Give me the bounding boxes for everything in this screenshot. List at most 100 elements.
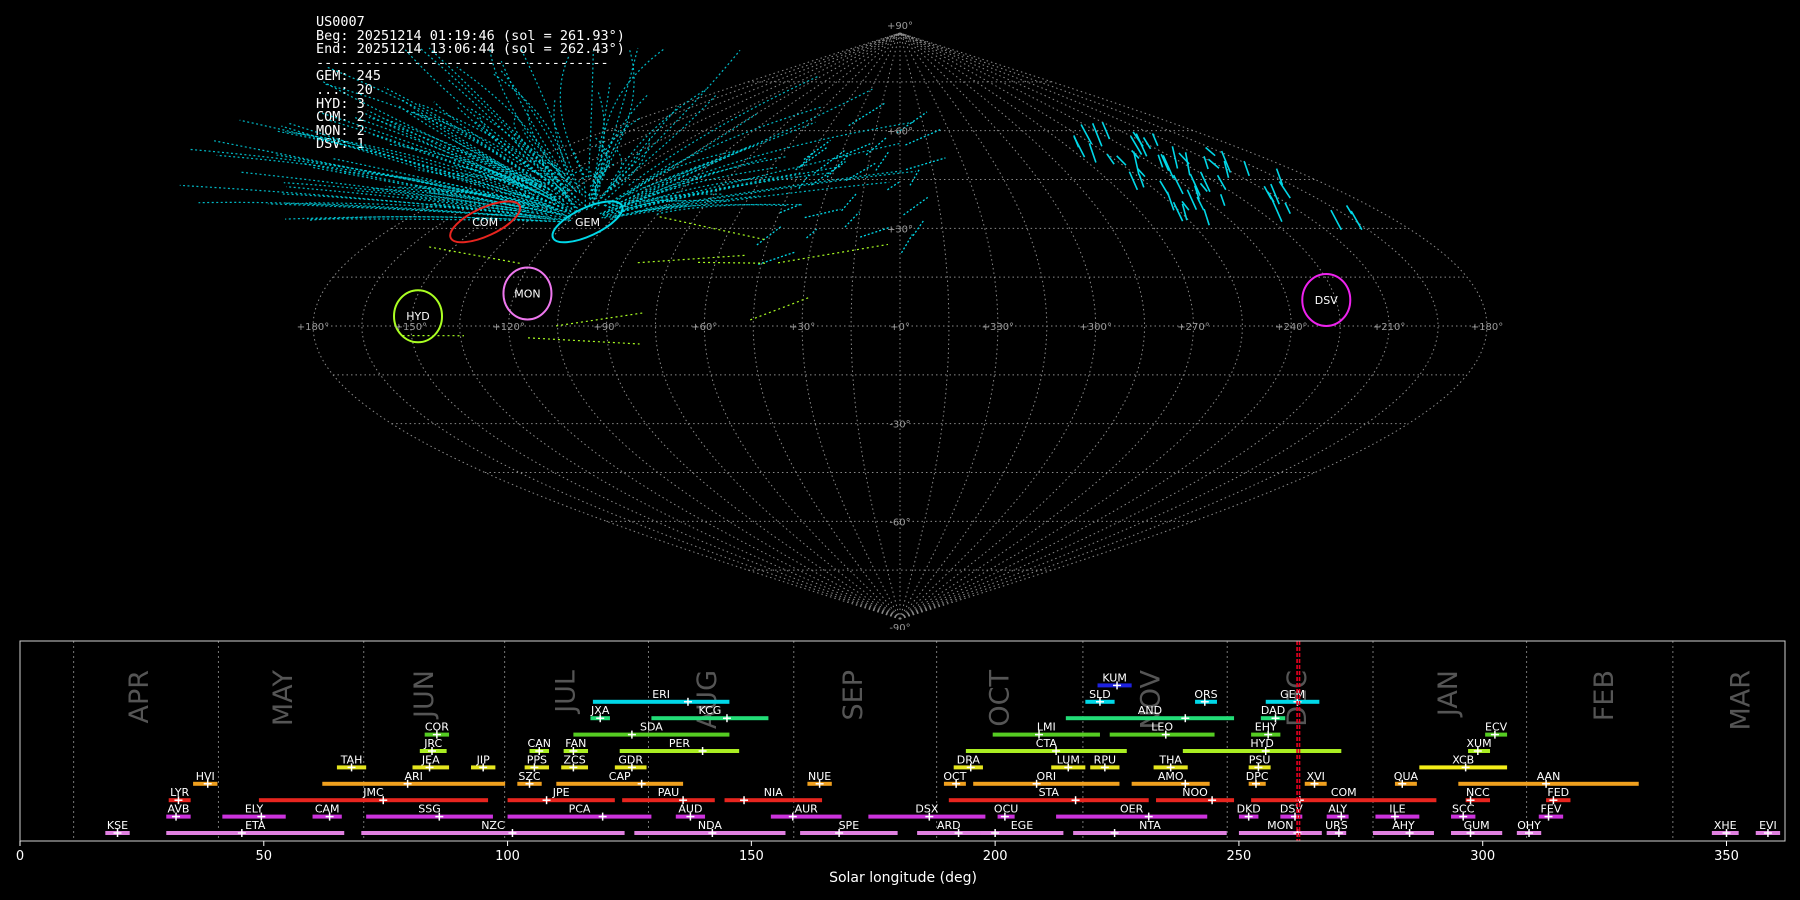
meteor-trail [1088, 143, 1097, 163]
month-label-jan: JAN [1433, 670, 1464, 718]
meteor-trail [900, 234, 913, 254]
radiant-label-com: COM [472, 216, 498, 229]
meteor-trail [841, 193, 857, 212]
month-label-mar: MAR [1726, 670, 1757, 731]
shower-label-spe: SPE [839, 819, 860, 832]
lat-tick-label: +90° [887, 21, 913, 32]
shower-label-dad: DAD [1261, 704, 1285, 717]
meteor-trail [1186, 189, 1198, 211]
shower-label-sta: STA [1039, 786, 1060, 799]
shower-bars: KUM ERI SLD ORS GEM JXA KCG AND DAD COR SDA LMI LEO E… [105, 671, 1781, 837]
shower-label-avb: AVB [168, 803, 190, 816]
lat-tick-label: +60° [887, 127, 913, 138]
meteor-trail [1203, 208, 1210, 226]
meteor-trail [1073, 136, 1086, 158]
month-label-oct: OCT [985, 670, 1016, 727]
lon-tick-label: +210° [1373, 322, 1405, 333]
shower-label-ely: ELY [245, 803, 264, 816]
meteor-trail [1172, 174, 1184, 195]
shower-label-noo: NOO [1182, 786, 1208, 799]
shower-label-xcb: XCB [1452, 753, 1474, 766]
lon-tick-label: +270° [1177, 322, 1209, 333]
meteor-trail [1203, 156, 1209, 170]
x-axis-label: Solar longitude (deg) [829, 870, 977, 886]
meteor-trail [610, 95, 717, 191]
shower-label-cor: COR [425, 721, 449, 734]
shower-label-dkd: DKD [1237, 803, 1261, 816]
radiant-label-dsv: DSV [1315, 294, 1338, 307]
shower-label-oer: OER [1120, 803, 1144, 816]
lon-tick-label: +300° [1079, 322, 1111, 333]
meteor-trail [593, 93, 650, 204]
meteor-trail [1106, 153, 1115, 165]
lon-tick-label: +30° [789, 322, 815, 333]
meteor-trail [571, 149, 586, 207]
lon-tick-label: +180° [297, 322, 329, 333]
shower-label-jmc: JMC [362, 786, 384, 799]
meteor-trail [383, 118, 556, 200]
lon-tick-label: +90° [593, 322, 619, 333]
shower-label-eri: ERI [652, 688, 670, 701]
shower-label-tha: THA [1158, 753, 1182, 766]
shower-label-ard: ARD [937, 819, 961, 832]
meteor-trail [887, 180, 901, 191]
x-tick-label: 100 [495, 849, 520, 864]
meteor-trail [1243, 160, 1250, 177]
radiant-label-mon: MON [514, 287, 540, 300]
shower-label-lyr: LYR [170, 786, 189, 799]
meteor-trail [1171, 146, 1179, 169]
lat-tick-label: -90° [889, 623, 910, 630]
shower-label-fed: FED [1547, 786, 1569, 799]
meteor-trail [865, 136, 888, 156]
meteor-trail [1196, 196, 1205, 211]
meteor-trail [588, 50, 594, 178]
meteor-trail [1172, 201, 1184, 222]
shower-label-ssg: SSG [418, 803, 441, 816]
shower-label-ege: EGE [1011, 819, 1033, 832]
shower-label-xvi: XVI [1307, 770, 1325, 783]
meteor-trail [1330, 209, 1343, 231]
shower-label-fev: FEV [1541, 803, 1562, 816]
meteor-trail [835, 143, 871, 160]
meteor-trail [758, 251, 796, 266]
shower-label-gum: GUM [1464, 819, 1490, 832]
shower-label-cam: CAM [315, 803, 340, 816]
shower-label-scc: SCC [1452, 803, 1475, 816]
meteor-trail [1189, 173, 1201, 196]
sporadic-trail [750, 296, 810, 321]
shower-label-ahy: AHY [1392, 819, 1415, 832]
meteor-trail [909, 167, 921, 186]
shower-label-zcs: ZCS [564, 753, 586, 766]
shower-label-ile: ILE [1389, 803, 1405, 816]
shower-label-ecv: ECV [1485, 721, 1508, 734]
shower-label-lmi: LMI [1037, 721, 1056, 734]
meteor-trail [627, 156, 725, 196]
shower-label-aan: AAN [1537, 770, 1561, 783]
meteor-trail [1116, 155, 1127, 166]
lat-tick-label: -30° [889, 420, 910, 431]
meteor-trail [803, 139, 831, 161]
month-label-feb: FEB [1589, 670, 1620, 721]
shower-label-kcg: KCG [698, 704, 721, 717]
shower-label-xhe: XHE [1714, 819, 1737, 832]
shower-label-pau: PAU [658, 786, 680, 799]
x-tick-label: 250 [1227, 849, 1252, 864]
shower-label-amo: AMO [1158, 770, 1184, 783]
shower-label-oct: OCT [943, 770, 966, 783]
shower-label-and: AND [1138, 704, 1162, 717]
meteor-trail [804, 208, 841, 219]
month-label-aug: AUG [692, 670, 723, 729]
shower-label-hyd: HYD [1250, 737, 1273, 750]
lat-tick-label: -60° [889, 517, 910, 528]
shower-label-ohy: OHY [1517, 819, 1541, 832]
shower-label-com: COM [1331, 786, 1357, 799]
sporadic-trail [777, 243, 889, 264]
meteor-trail [499, 68, 572, 183]
meteor-trail [912, 219, 925, 237]
meteor-trail [559, 55, 585, 176]
shower-label-ehy: EHY [1255, 721, 1277, 734]
shower-label-hvi: HVI [196, 770, 215, 783]
shower-label-eta: ETA [245, 819, 266, 832]
sporadic-trail [429, 246, 522, 265]
shower-label-per: PER [669, 737, 691, 750]
